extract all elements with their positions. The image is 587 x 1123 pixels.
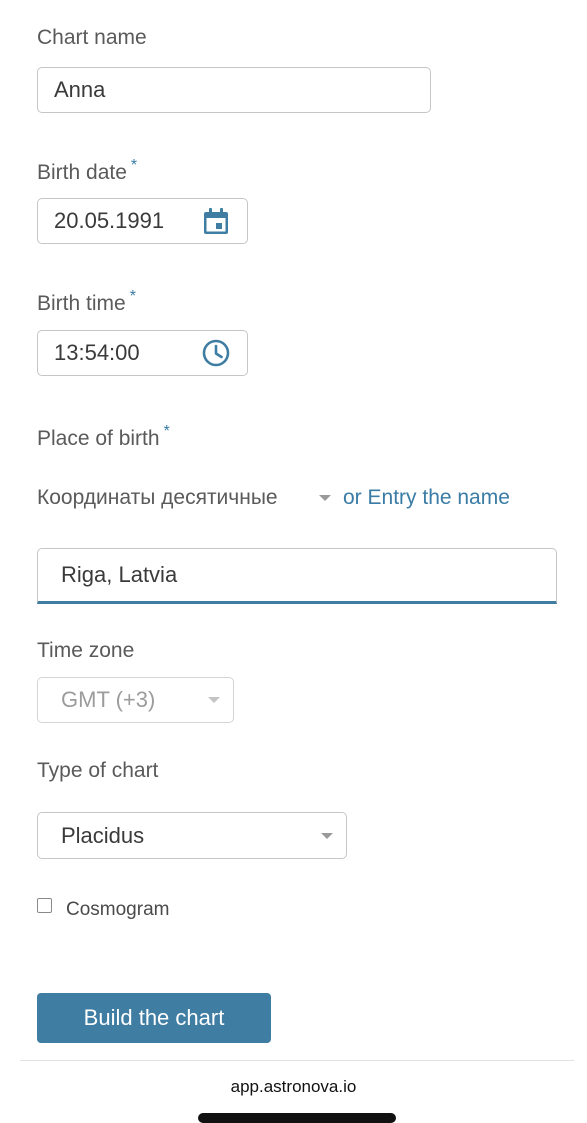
birth-date-value: 20.05.1991 bbox=[54, 208, 165, 233]
required-asterisk: * bbox=[163, 423, 170, 440]
calendar-icon[interactable] bbox=[201, 206, 231, 236]
time-zone-label-text: Time zone bbox=[37, 639, 135, 662]
home-indicator[interactable] bbox=[198, 1113, 396, 1123]
coordinates-mode-select[interactable]: Координаты десятичные bbox=[37, 480, 337, 516]
place-input-mode-row: Координаты десятичные or Entry the name bbox=[37, 480, 557, 516]
entry-name-link[interactable]: or Entry the name bbox=[343, 486, 510, 510]
required-asterisk: * bbox=[130, 157, 138, 174]
chart-type-value: Placidus bbox=[61, 822, 145, 848]
birth-date-label-text: Birth date bbox=[37, 161, 127, 184]
time-zone-label: Time zone bbox=[37, 639, 134, 663]
browser-url[interactable]: app.astronova.io bbox=[0, 1077, 587, 1097]
place-of-birth-label-text: Place of birth bbox=[37, 427, 160, 450]
place-of-birth-input[interactable]: Riga, Latvia bbox=[37, 548, 557, 604]
chart-name-label: Chart name bbox=[37, 26, 147, 50]
chart-name-value: Anna bbox=[54, 77, 106, 102]
birth-time-label: Birth time * bbox=[37, 288, 136, 316]
cosmogram-checkbox[interactable] bbox=[37, 898, 52, 913]
birth-time-input[interactable]: 13:54:00 bbox=[37, 330, 248, 376]
birth-date-label: Birth date * bbox=[37, 157, 137, 185]
chevron-down-icon bbox=[208, 697, 220, 703]
browser-bar-divider bbox=[20, 1060, 574, 1061]
chart-name-label-text: Chart name bbox=[37, 26, 147, 49]
birth-time-value: 13:54:00 bbox=[54, 340, 140, 365]
birth-time-label-text: Birth time bbox=[37, 292, 126, 315]
chevron-down-icon bbox=[321, 832, 333, 839]
clock-icon[interactable] bbox=[201, 338, 231, 368]
chart-name-input[interactable]: Anna bbox=[37, 67, 431, 113]
time-zone-value: GMT (+3) bbox=[61, 687, 156, 712]
place-of-birth-label: Place of birth * bbox=[37, 423, 170, 451]
build-chart-button[interactable]: Build the chart bbox=[37, 993, 271, 1043]
cosmogram-label[interactable]: Cosmogram bbox=[66, 899, 169, 921]
time-zone-select[interactable]: GMT (+3) bbox=[37, 677, 234, 723]
chart-type-select[interactable]: Placidus bbox=[37, 812, 347, 859]
chevron-down-icon bbox=[319, 495, 331, 501]
coordinates-mode-value: Координаты десятичные bbox=[37, 486, 278, 509]
place-of-birth-value: Riga, Latvia bbox=[61, 562, 178, 587]
chart-type-label: Type of chart bbox=[37, 759, 158, 783]
birth-date-input[interactable]: 20.05.1991 bbox=[37, 198, 248, 244]
required-asterisk: * bbox=[129, 288, 136, 305]
chart-type-label-text: Type of chart bbox=[37, 759, 159, 782]
